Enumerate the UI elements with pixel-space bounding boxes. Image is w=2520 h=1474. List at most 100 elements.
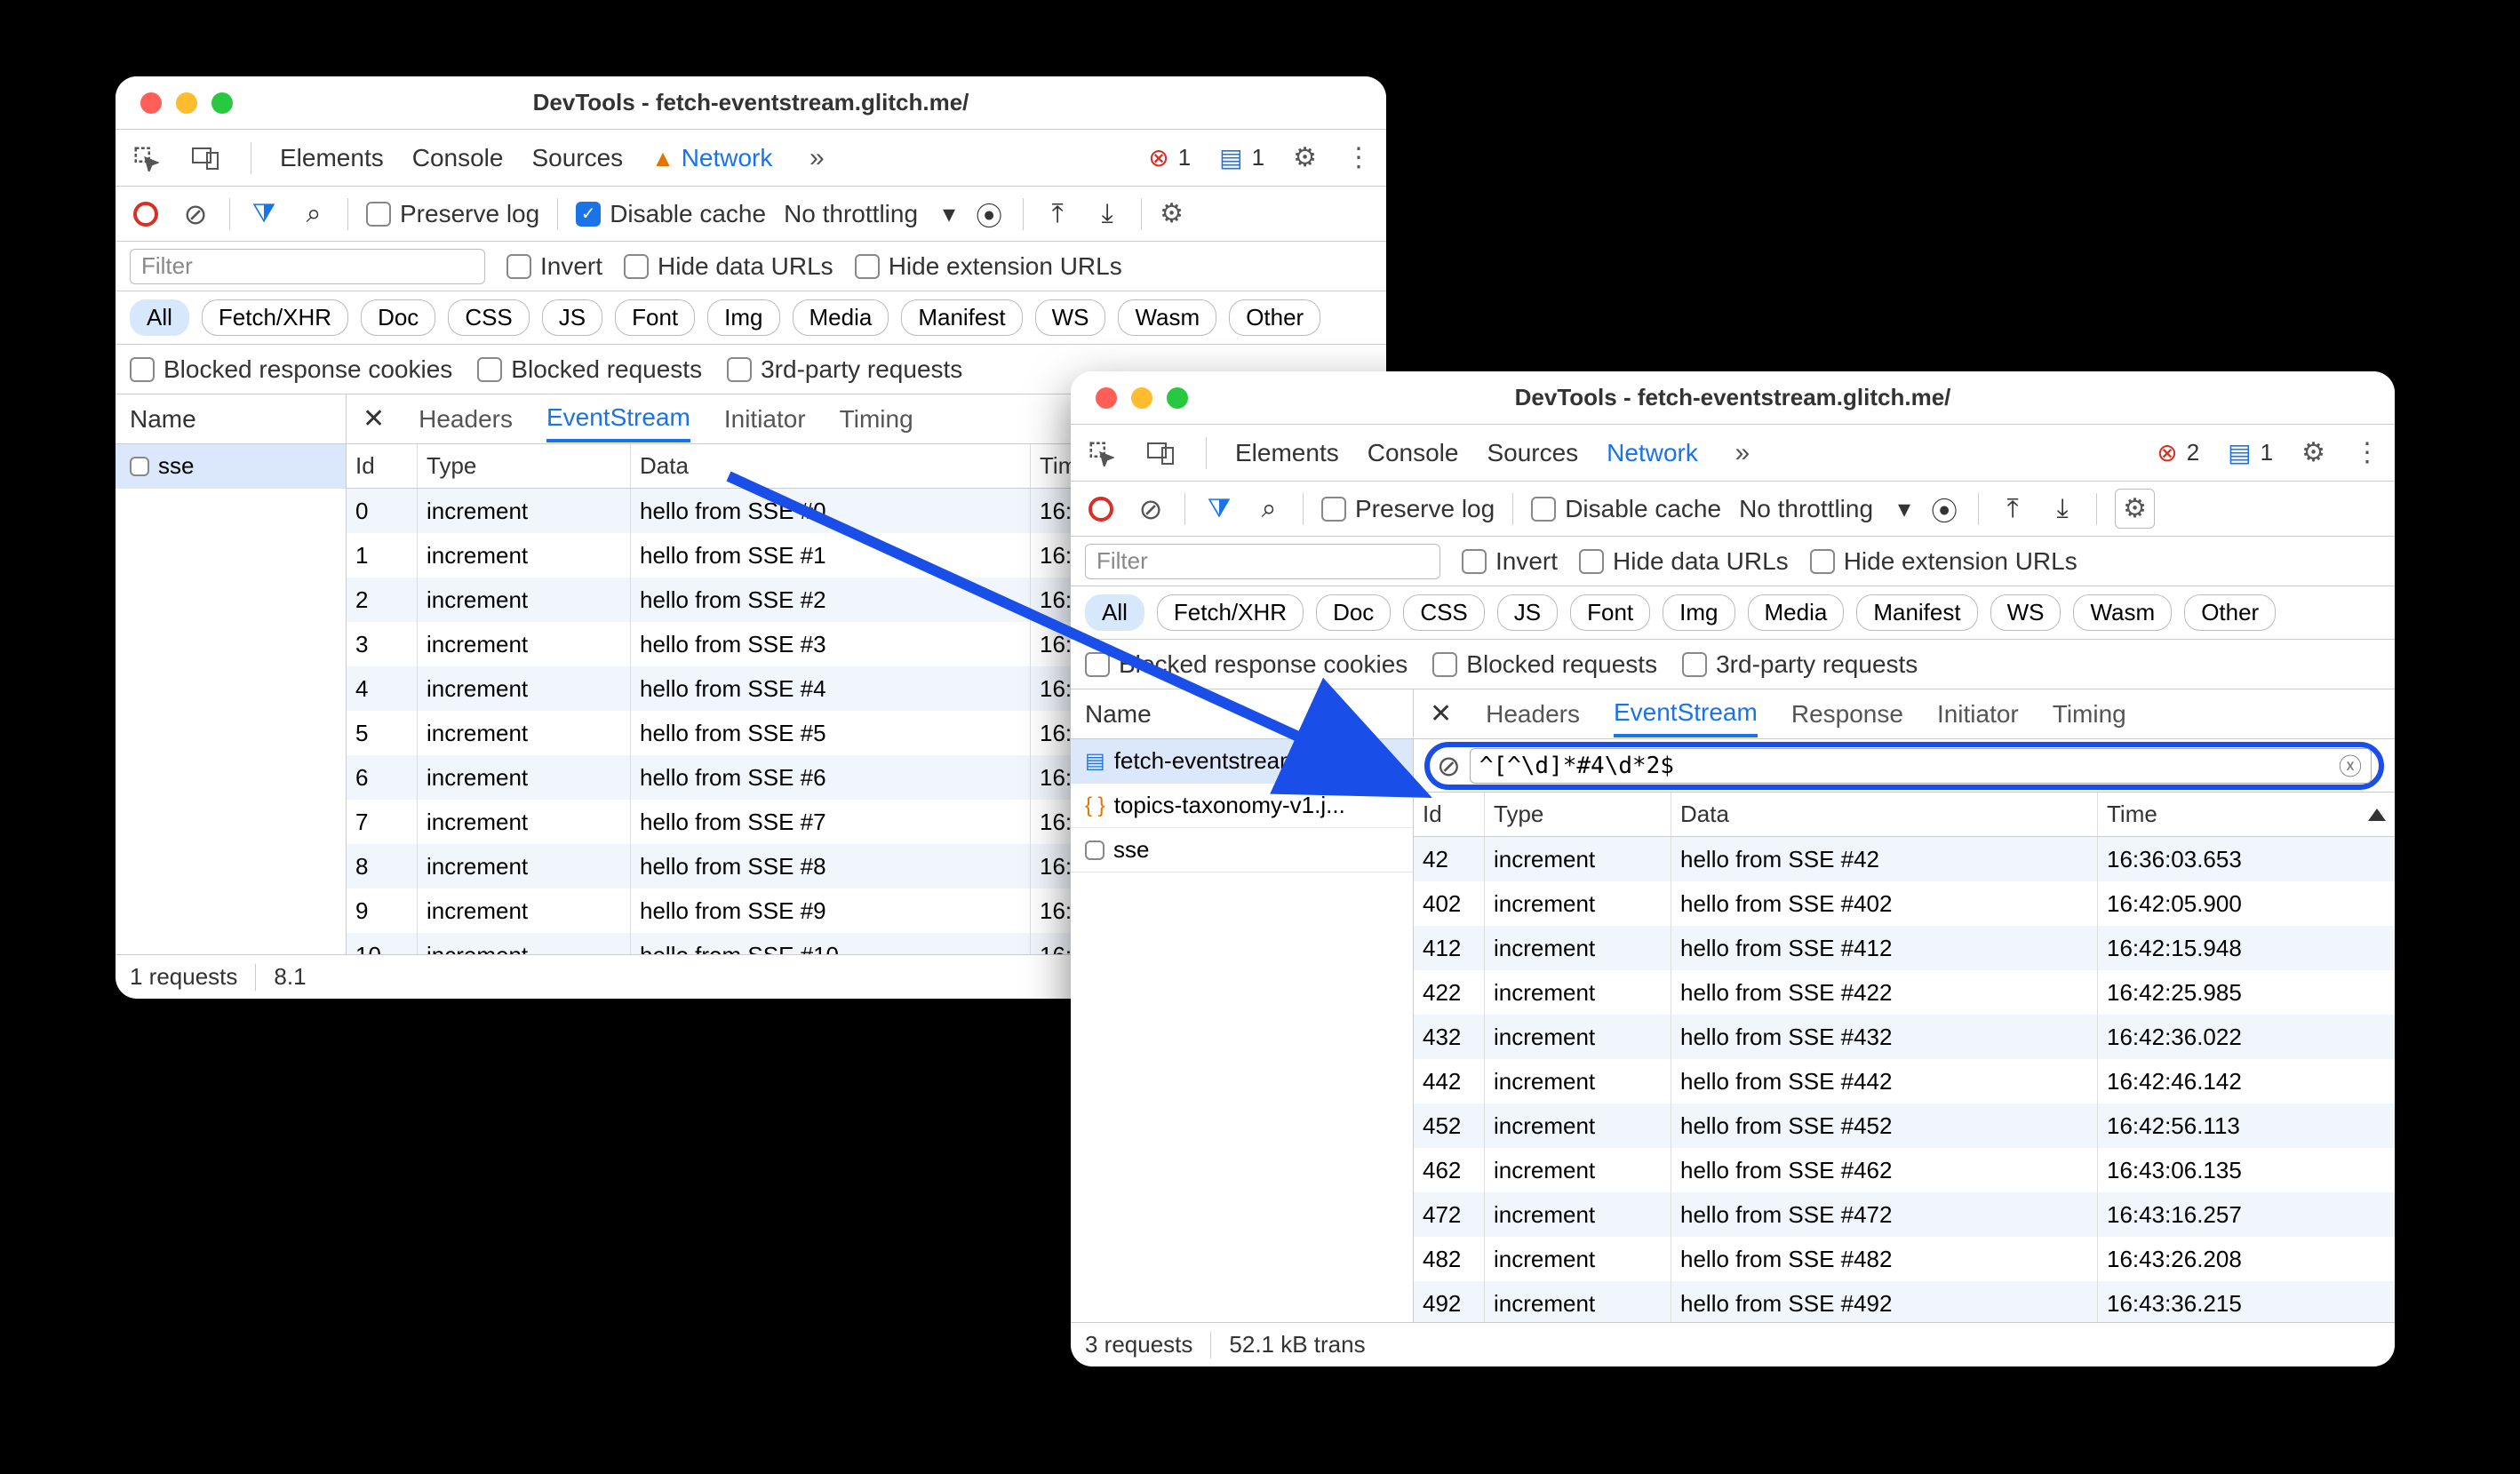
upload-icon[interactable]: ⤒ — [1041, 198, 1073, 230]
download-icon[interactable]: ⤓ — [1091, 198, 1123, 230]
col-time[interactable]: Time — [2098, 793, 2395, 836]
settings-icon[interactable]: ⚙ — [2301, 437, 2325, 468]
blocked-cookies-checkbox[interactable]: Blocked response cookies — [130, 355, 452, 384]
filter-icon[interactable]: ⧩ — [248, 198, 280, 230]
hide-data-urls-checkbox[interactable]: Hide data URLs — [1579, 547, 1789, 576]
request-row[interactable]: ▤fetch-eventstream.gli... — [1071, 739, 1413, 784]
request-row[interactable]: sse — [1071, 828, 1413, 872]
chip-other[interactable]: Other — [2184, 594, 2276, 631]
clear-button[interactable]: ⊘ — [179, 198, 211, 230]
search-icon[interactable]: ⌕ — [298, 198, 330, 230]
table-row[interactable]: 402incrementhello from SSE #40216:42:05.… — [1414, 881, 2395, 926]
chip-doc[interactable]: Doc — [361, 299, 435, 336]
preserve-log-checkbox[interactable]: Preserve log — [1321, 495, 1495, 523]
chip-font[interactable]: Font — [1570, 594, 1650, 631]
kebab-menu-icon[interactable]: ⋮ — [1345, 142, 1372, 173]
device-toggle-icon[interactable] — [190, 142, 222, 174]
kebab-menu-icon[interactable]: ⋮ — [2354, 437, 2380, 468]
tab-console[interactable]: Console — [412, 144, 504, 172]
chip-img[interactable]: Img — [1663, 594, 1734, 631]
chip-js[interactable]: JS — [1497, 594, 1558, 631]
name-column-header[interactable]: Name — [116, 394, 346, 444]
settings-icon[interactable]: ⚙ — [1293, 142, 1317, 173]
col-type[interactable]: Type — [1485, 793, 1671, 836]
chip-all[interactable]: All — [130, 299, 189, 336]
throttling-select[interactable]: No throttling▾ — [784, 199, 955, 228]
request-row-sse[interactable]: sse — [116, 444, 346, 489]
col-id[interactable]: Id — [1414, 793, 1485, 836]
col-data[interactable]: Data — [1671, 793, 2098, 836]
tab-response[interactable]: Response — [1791, 700, 1903, 729]
hide-extension-urls-checkbox[interactable]: Hide extension URLs — [1810, 547, 2077, 576]
chip-ws[interactable]: WS — [1035, 299, 1106, 336]
tab-console[interactable]: Console — [1368, 439, 1459, 467]
table-row[interactable]: 462incrementhello from SSE #46216:43:06.… — [1414, 1148, 2395, 1192]
chip-other[interactable]: Other — [1229, 299, 1320, 336]
tab-eventstream[interactable]: EventStream — [1614, 698, 1758, 737]
message-badge[interactable]: ▤1 — [1219, 143, 1264, 172]
tab-timing[interactable]: Timing — [840, 405, 913, 434]
table-row[interactable]: 442incrementhello from SSE #44216:42:46.… — [1414, 1059, 2395, 1104]
table-row[interactable]: 432incrementhello from SSE #43216:42:36.… — [1414, 1015, 2395, 1059]
chip-all[interactable]: All — [1085, 594, 1144, 631]
search-icon[interactable]: ⌕ — [1253, 493, 1285, 525]
chip-css[interactable]: CSS — [1403, 594, 1484, 631]
tab-sources[interactable]: Sources — [1487, 439, 1578, 467]
tab-network[interactable]: ▲ Network — [651, 144, 772, 172]
tab-eventstream[interactable]: EventStream — [546, 403, 690, 442]
error-badge[interactable]: ⊗2 — [2157, 438, 2199, 467]
tab-sources[interactable]: Sources — [531, 144, 623, 172]
hide-data-urls-checkbox[interactable]: Hide data URLs — [624, 252, 833, 281]
preserve-log-checkbox[interactable]: Preserve log — [366, 200, 539, 228]
tab-headers[interactable]: Headers — [419, 405, 513, 434]
blocked-requests-checkbox[interactable]: Blocked requests — [477, 355, 702, 384]
filter-input[interactable]: Filter — [1085, 544, 1440, 579]
col-id[interactable]: Id — [347, 444, 418, 488]
chip-manifest[interactable]: Manifest — [1856, 594, 1977, 631]
tab-elements[interactable]: Elements — [1235, 439, 1339, 467]
close-detail-icon[interactable]: ✕ — [1430, 698, 1452, 729]
filter-icon[interactable]: ⧩ — [1203, 493, 1235, 525]
invert-checkbox[interactable]: Invert — [1462, 547, 1558, 576]
inspect-icon[interactable] — [130, 142, 162, 174]
table-row[interactable]: 412incrementhello from SSE #41216:42:15.… — [1414, 926, 2395, 970]
throttling-select[interactable]: No throttling▾ — [1739, 494, 1910, 523]
wifi-icon[interactable]: ⦿ — [973, 198, 1005, 230]
tab-headers[interactable]: Headers — [1486, 700, 1580, 729]
error-badge[interactable]: ⊗1 — [1148, 143, 1191, 172]
clear-button[interactable]: ⊘ — [1135, 493, 1167, 525]
col-type[interactable]: Type — [418, 444, 631, 488]
record-button[interactable] — [1085, 493, 1117, 525]
close-detail-icon[interactable]: ✕ — [363, 403, 385, 434]
disable-cache-checkbox[interactable]: Disable cache — [1531, 495, 1721, 523]
device-toggle-icon[interactable] — [1145, 437, 1177, 469]
filter-input[interactable]: Filter — [130, 249, 485, 284]
disable-cache-checkbox[interactable]: ✓Disable cache — [576, 200, 766, 228]
record-button[interactable] — [130, 198, 162, 230]
blocked-requests-checkbox[interactable]: Blocked requests — [1432, 650, 1657, 679]
chip-manifest[interactable]: Manifest — [901, 299, 1022, 336]
upload-icon[interactable]: ⤒ — [1997, 493, 2029, 525]
table-row[interactable]: 422incrementhello from SSE #42216:42:25.… — [1414, 970, 2395, 1015]
table-row[interactable]: 492incrementhello from SSE #49216:43:36.… — [1414, 1281, 2395, 1322]
chip-css[interactable]: CSS — [448, 299, 529, 336]
network-settings-icon[interactable]: ⚙ — [1160, 198, 1184, 229]
message-badge[interactable]: ▤1 — [2228, 438, 2273, 467]
chip-media[interactable]: Media — [1748, 594, 1845, 631]
tab-elements[interactable]: Elements — [280, 144, 384, 172]
clear-input-icon[interactable]: ⓧ — [2339, 749, 2362, 782]
request-row[interactable]: { }topics-taxonomy-v1.j... — [1071, 784, 1413, 828]
chip-media[interactable]: Media — [793, 299, 889, 336]
more-tabs-icon[interactable]: » — [801, 142, 833, 174]
third-party-checkbox[interactable]: 3rd-party requests — [1682, 650, 1918, 679]
chip-wasm[interactable]: Wasm — [2073, 594, 2172, 631]
more-tabs-icon[interactable]: » — [1727, 437, 1758, 469]
regex-input[interactable]: ^[^\d]*#4\d*2$ ⓧ — [1470, 748, 2372, 784]
table-row[interactable]: 42incrementhello from SSE #4216:36:03.65… — [1414, 837, 2395, 881]
blocked-cookies-checkbox[interactable]: Blocked response cookies — [1085, 650, 1408, 679]
tab-network[interactable]: Network — [1607, 439, 1698, 467]
third-party-checkbox[interactable]: 3rd-party requests — [727, 355, 962, 384]
col-data[interactable]: Data — [631, 444, 1031, 488]
clear-events-icon[interactable]: ⊘ — [1437, 749, 1461, 783]
table-row[interactable]: 482incrementhello from SSE #48216:43:26.… — [1414, 1237, 2395, 1281]
